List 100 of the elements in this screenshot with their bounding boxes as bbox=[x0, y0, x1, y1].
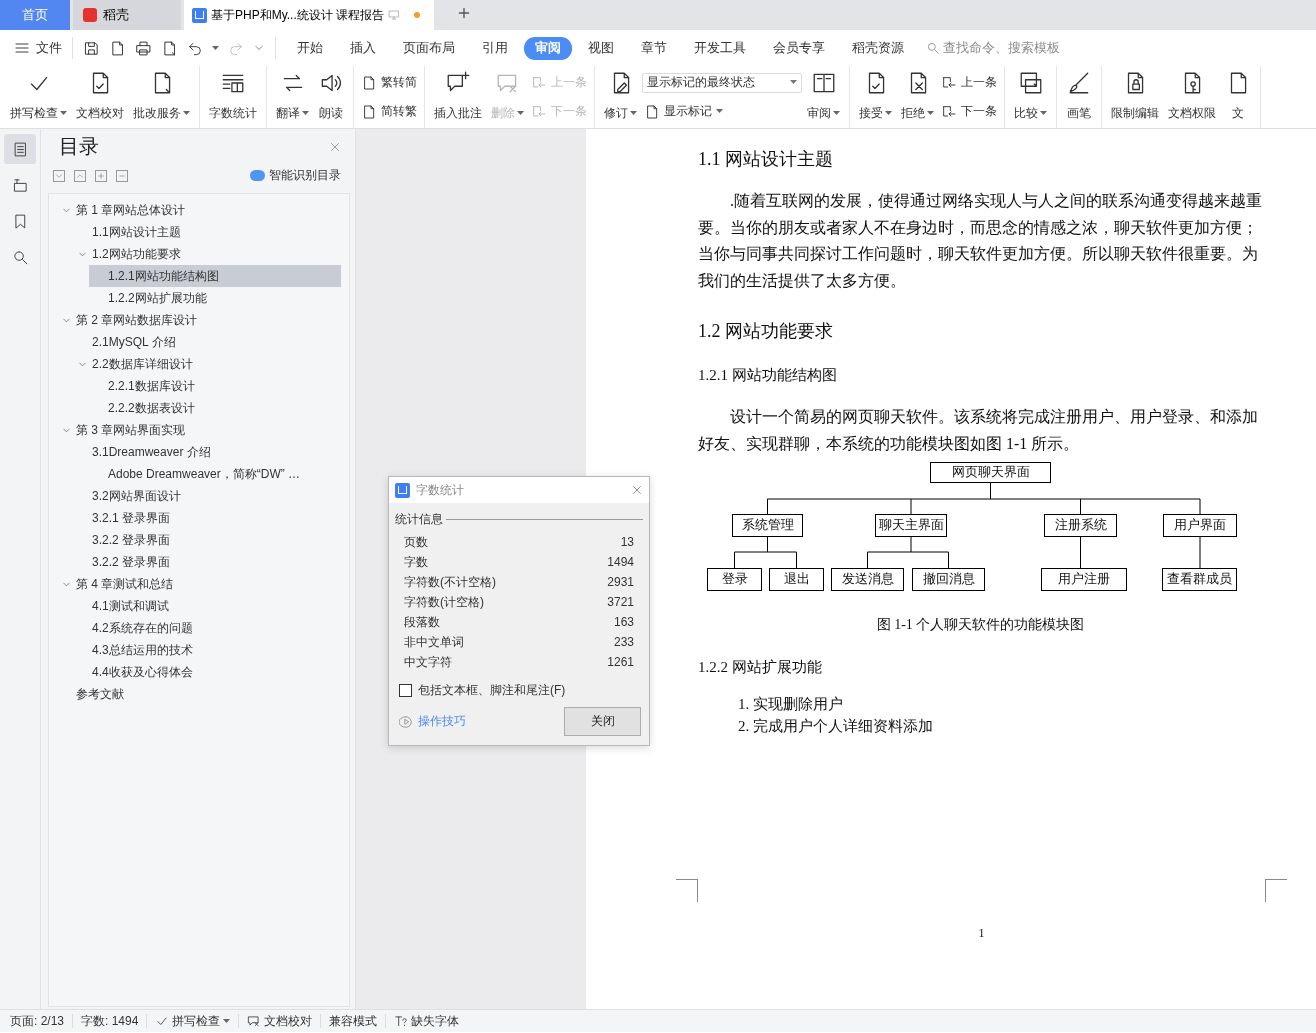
ribbon-button[interactable]: 拼写检查 bbox=[6, 66, 71, 128]
toc-item[interactable]: 第 3 章网站界面实现 bbox=[57, 419, 341, 441]
ribbon-button[interactable]: 接受 bbox=[855, 66, 896, 128]
ribbon-tab[interactable]: 会员专享 bbox=[762, 36, 836, 60]
plus-icon bbox=[96, 170, 106, 181]
toc-item[interactable]: 2.2.2数据表设计 bbox=[89, 397, 341, 419]
spellcheck-button[interactable]: 拼写检查 bbox=[155, 1012, 231, 1030]
tree-icon bbox=[11, 176, 29, 194]
save-icon[interactable] bbox=[83, 39, 100, 57]
toc-item[interactable]: 1.1网站设计主题 bbox=[73, 221, 341, 243]
smart-toc-button[interactable]: 智能识别目录 bbox=[244, 166, 347, 185]
toc-item[interactable]: 3.1Dreamweaver 介绍 bbox=[73, 441, 341, 463]
toc-item[interactable]: 4.4收获及心得体会 bbox=[73, 661, 341, 683]
ribbon-button[interactable]: 简转繁 bbox=[359, 102, 419, 121]
toc-item[interactable]: Adobe Dreamweaver，简称“DW” … bbox=[89, 463, 341, 485]
play-icon bbox=[399, 714, 413, 729]
section-heading: 1.2 网站功能要求 bbox=[698, 319, 834, 343]
ribbon-tab[interactable]: 稻壳资源 bbox=[841, 36, 915, 60]
ribbon-button[interactable]: 比较 bbox=[1010, 66, 1051, 128]
print-icon[interactable] bbox=[135, 39, 152, 57]
diagram-node: 用户注册 bbox=[1041, 568, 1127, 592]
toc-item[interactable]: 4.3总结运用的技术 bbox=[73, 639, 341, 661]
markup-state-select[interactable]: 显示标记的最终状态 bbox=[642, 72, 802, 93]
close-dialog-button[interactable]: 关闭 bbox=[564, 707, 641, 736]
ribbon-tab[interactable]: 页面布局 bbox=[392, 36, 466, 60]
ribbon-tab[interactable]: 开发工具 bbox=[683, 36, 757, 60]
redo-icon[interactable] bbox=[228, 40, 244, 56]
ribbon-button[interactable]: 画笔 bbox=[1062, 66, 1096, 128]
caret-icon bbox=[212, 45, 219, 51]
toc-item[interactable]: 3.2.2 登录界面 bbox=[73, 529, 341, 551]
outline-rail-button[interactable] bbox=[4, 134, 36, 164]
proofread-button[interactable]: 文档校对 bbox=[247, 1012, 313, 1030]
document-tab[interactable]: 基于PHP和My...统设计 课程报告 bbox=[184, 0, 434, 30]
ribbon-button[interactable]: 批改服务 bbox=[129, 66, 194, 128]
list-item: 1. 实现删除用户 bbox=[738, 695, 844, 715]
ribbon-button[interactable]: 限制编辑 bbox=[1107, 66, 1163, 128]
app-tab[interactable]: 稻壳 bbox=[73, 0, 181, 30]
undo-icon[interactable] bbox=[187, 40, 203, 56]
close-button[interactable] bbox=[631, 484, 643, 496]
toc-item[interactable]: 1.2.2网站扩展功能 bbox=[89, 287, 341, 309]
toc-item[interactable]: 4.1测试和调试 bbox=[73, 595, 341, 617]
ribbon-button[interactable]: 文 bbox=[1221, 66, 1255, 128]
section-heading: 1.1 网站设计主题 bbox=[698, 148, 834, 171]
ribbon-button[interactable]: 繁转简 bbox=[359, 73, 419, 92]
ribbon-button[interactable]: 审阅 bbox=[803, 66, 844, 128]
ribbon-button[interactable]: 字数统计 bbox=[205, 66, 261, 128]
ribbon-button[interactable]: 插入批注 bbox=[430, 66, 486, 128]
toc-item[interactable]: 1.2.1网站功能结构图 bbox=[89, 265, 341, 287]
diagram-node: 聊天主界面 bbox=[875, 514, 947, 538]
checkbox[interactable] bbox=[399, 684, 412, 697]
caret-icon bbox=[223, 1018, 231, 1024]
ribbon-button[interactable]: 翻译 bbox=[272, 66, 313, 128]
ribbon-button[interactable]: 朗读 bbox=[314, 66, 348, 128]
ribbon-tab[interactable]: 开始 bbox=[286, 36, 334, 60]
diagram-node: 撤回消息 bbox=[912, 568, 985, 592]
toc-item[interactable]: 3.2.2 登录界面 bbox=[73, 551, 341, 573]
expand-button[interactable] bbox=[53, 169, 65, 182]
missing-fonts-button[interactable]: 缺失字体 bbox=[394, 1012, 460, 1030]
ribbon-button[interactable]: 文档权限 bbox=[1164, 66, 1220, 128]
compat-mode: 兼容模式 bbox=[329, 1012, 378, 1030]
stat-value: 13 bbox=[620, 535, 634, 549]
toc-item[interactable]: 3.2.1 登录界面 bbox=[73, 507, 341, 529]
stat-label: 非中文单词 bbox=[404, 633, 464, 651]
toc-item[interactable]: 4.2系统存在的问题 bbox=[73, 617, 341, 639]
remove-level-button[interactable] bbox=[116, 169, 128, 182]
ribbon-tab[interactable]: 引用 bbox=[471, 36, 519, 60]
command-search-field[interactable]: 查找命令、搜索模板 bbox=[926, 41, 1073, 55]
ribbon-button[interactable]: 上一条 bbox=[939, 73, 999, 92]
toc-item[interactable]: 2.2数据库详细设计 bbox=[73, 353, 341, 375]
toc-item[interactable]: 参考文献 bbox=[57, 683, 341, 705]
subsection-heading: 1.2.1 网站功能结构图 bbox=[698, 365, 838, 385]
file-menu[interactable]: 文件 bbox=[14, 39, 62, 57]
toc-item[interactable]: 第 4 章测试和总结 bbox=[57, 573, 341, 595]
document-icon bbox=[361, 103, 377, 120]
checkbox-label: 包括文本框、脚注和尾注(F) bbox=[418, 682, 566, 699]
ribbon-button[interactable]: 修订 bbox=[600, 66, 641, 128]
connector-line bbox=[1080, 536, 1081, 569]
ribbon-button[interactable]: 文档校对 bbox=[72, 66, 128, 128]
font-missing-icon bbox=[394, 1014, 409, 1028]
ribbon-tab[interactable]: 插入 bbox=[339, 36, 387, 60]
toc-item[interactable]: 3.2网站界面设计 bbox=[73, 485, 341, 507]
ribbon-tab[interactable]: 视图 bbox=[577, 36, 625, 60]
stat-value: 3721 bbox=[607, 595, 634, 609]
toc-item[interactable]: 2.2.1数据库设计 bbox=[89, 375, 341, 397]
ribbon-button[interactable]: 显示标记 bbox=[642, 102, 802, 122]
toc-item[interactable]: 第 2 章网站数据库设计 bbox=[57, 309, 341, 331]
toc-item[interactable]: 1.2网站功能要求 bbox=[73, 243, 341, 265]
list-item: 2. 完成用户个人详细资料添加 bbox=[738, 717, 934, 737]
subsection-heading: 1.2.2 网站扩展功能 bbox=[698, 658, 823, 678]
ribbon-button[interactable]: 下一条 bbox=[939, 102, 999, 121]
add-level-button[interactable] bbox=[95, 169, 107, 182]
search-icon bbox=[926, 41, 940, 55]
word-count: 字数: 1494 bbox=[81, 1012, 139, 1030]
toc-item[interactable]: 第 1 章网站总体设计 bbox=[57, 199, 341, 221]
ribbon-button[interactable]: 拒绝 bbox=[897, 66, 938, 128]
collapse-button[interactable] bbox=[74, 169, 86, 182]
connector-line bbox=[1199, 536, 1201, 569]
close-icon[interactable] bbox=[329, 140, 341, 153]
toc-item[interactable]: 2.1MySQL 介绍 bbox=[73, 331, 341, 353]
ribbon-tab[interactable]: 章节 bbox=[630, 36, 678, 60]
